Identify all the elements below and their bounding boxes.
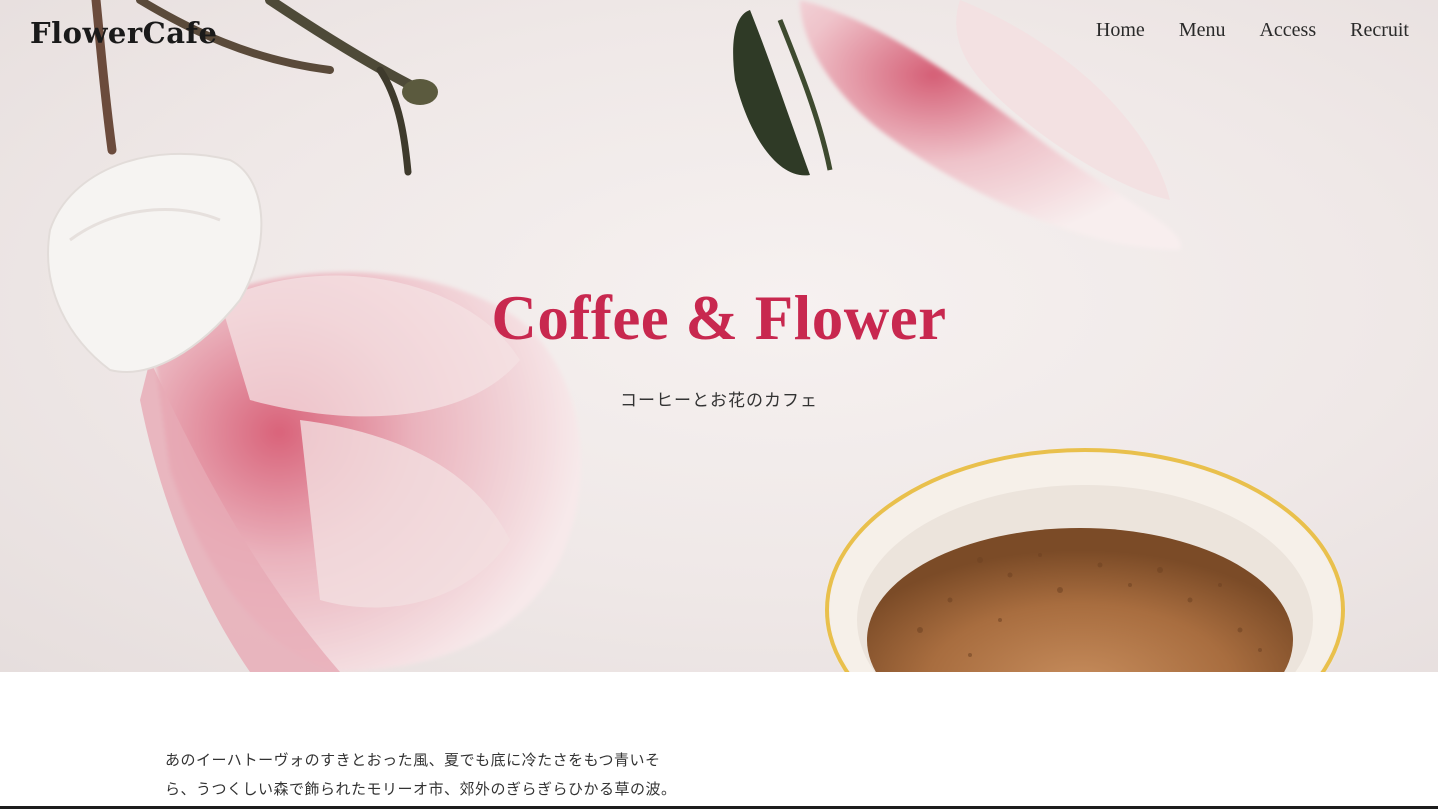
hero-section: FlowerCafe Home Menu Access Recruit Coff… (0, 0, 1438, 672)
intro-line-2: ら、うつくしい森で飾られたモリーオ市、郊外のぎらぎらひかる草の波。 (165, 780, 677, 798)
nav-recruit-link[interactable]: Recruit (1350, 19, 1409, 42)
nav-home-link[interactable]: Home (1096, 19, 1145, 42)
hero-subtitle: コーヒーとお花のカフェ (620, 391, 818, 411)
intro-text: あのイーハトーヴォのすきとおった風、夏でも底に冷たさをもつ青いそ ら、うつくしい… (165, 746, 725, 804)
magnolia-flower-left (47, 152, 581, 672)
nav-menu-link[interactable]: Menu (1179, 19, 1226, 42)
intro-line-1: あのイーハトーヴォのすきとおった風、夏でも底に冷たさをもつ青いそ (165, 751, 661, 769)
site-logo[interactable]: FlowerCafe (30, 16, 217, 50)
hero-title: Coffee & Flower (491, 283, 947, 353)
nav-access-link[interactable]: Access (1259, 19, 1316, 42)
main-nav: Home Menu Access Recruit (1096, 19, 1409, 42)
coffee-cup (825, 448, 1345, 672)
